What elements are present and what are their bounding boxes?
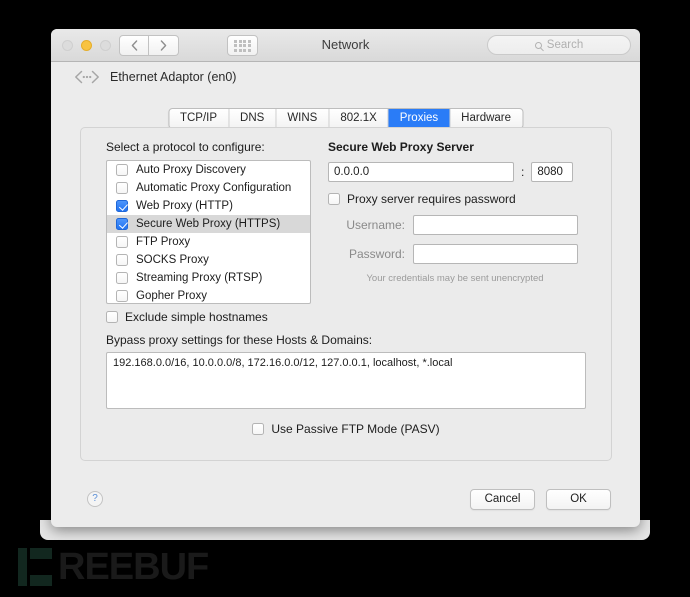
tab-proxies[interactable]: Proxies (388, 109, 451, 128)
username-row: Username: (328, 215, 590, 235)
protocol-checkbox[interactable] (116, 218, 128, 230)
exclude-simple-hostnames-checkbox[interactable] (106, 311, 118, 323)
protocol-checkbox[interactable] (116, 272, 128, 284)
host-port-separator: : (521, 165, 525, 179)
adapter-header: Ethernet Adaptor (en0) (51, 62, 640, 91)
list-item[interactable]: Automatic Proxy Configuration (107, 179, 310, 197)
list-item-label: Secure Web Proxy (HTTPS) (136, 218, 281, 230)
proxy-port-input[interactable]: 8080 (531, 162, 574, 182)
list-item-label: Auto Proxy Discovery (136, 164, 246, 176)
bypass-textarea[interactable]: 192.168.0.0/16, 10.0.0.0/8, 172.16.0.0/1… (106, 352, 586, 409)
credentials-warning: Your credentials may be sent unencrypted (366, 273, 544, 284)
list-item-label: Web Proxy (HTTP) (136, 200, 233, 212)
list-item-label: Gopher Proxy (136, 290, 207, 302)
password-row: Password: (328, 244, 590, 264)
tab-wins[interactable]: WINS (276, 109, 330, 128)
protocol-checkbox[interactable] (116, 236, 128, 248)
list-item[interactable]: Web Proxy (HTTP) (107, 197, 310, 215)
protocol-checkbox[interactable] (116, 200, 128, 212)
proxies-panel: Select a protocol to configure: Auto Pro… (80, 127, 612, 461)
proxy-server-row: 0.0.0.0 : 8080 (328, 162, 590, 182)
list-item[interactable]: Secure Web Proxy (HTTPS) (107, 215, 310, 233)
freebuf-wordmark: REEBUF (58, 546, 209, 588)
tab-tcpip[interactable]: TCP/IP (169, 109, 230, 128)
passive-ftp-label: Use Passive FTP Mode (PASV) (271, 422, 440, 436)
freebuf-logo-mark (18, 548, 52, 586)
list-item[interactable]: Gopher Proxy (107, 287, 310, 303)
list-item-label: SOCKS Proxy (136, 254, 209, 266)
requires-password-label: Proxy server requires password (347, 192, 516, 206)
exclude-simple-hostnames-label: Exclude simple hostnames (125, 310, 268, 324)
requires-password-checkbox[interactable] (328, 193, 340, 205)
passive-ftp-row[interactable]: Use Passive FTP Mode (PASV) (81, 422, 611, 436)
protocol-list[interactable]: Auto Proxy Discovery Automatic Proxy Con… (106, 160, 311, 304)
logo-stack (30, 548, 52, 586)
list-item-label: FTP Proxy (136, 236, 191, 248)
logo-bar (18, 548, 27, 586)
adapter-name: Ethernet Adaptor (en0) (110, 69, 237, 84)
password-input[interactable] (413, 244, 578, 264)
dialog-buttons: Cancel OK (470, 489, 611, 510)
protocol-checkbox[interactable] (116, 254, 128, 266)
help-button[interactable]: ? (87, 491, 103, 507)
search-placeholder: Search (546, 39, 584, 51)
protocol-checkbox[interactable] (116, 290, 128, 302)
list-item-label: Streaming Proxy (RTSP) (136, 272, 263, 284)
list-item[interactable]: FTP Proxy (107, 233, 310, 251)
tab-dns[interactable]: DNS (229, 109, 277, 128)
proxy-host-input[interactable]: 0.0.0.0 (328, 162, 514, 182)
protocol-checkbox[interactable] (116, 182, 128, 194)
search-input[interactable]: Search (487, 35, 631, 55)
bypass-label: Bypass proxy settings for these Hosts & … (106, 333, 373, 347)
password-label: Password: (348, 247, 405, 261)
requires-password-row[interactable]: Proxy server requires password (328, 192, 590, 206)
tab-8021x[interactable]: 802.1X (329, 109, 389, 128)
protocol-list-label: Select a protocol to configure: (106, 140, 265, 154)
freebuf-watermark: REEBUF (18, 546, 209, 588)
protocol-checkbox[interactable] (116, 164, 128, 176)
username-input[interactable] (413, 215, 578, 235)
proxy-server-title: Secure Web Proxy Server (328, 140, 474, 154)
list-item[interactable]: Auto Proxy Discovery (107, 161, 310, 179)
network-preferences-window: Network Search Ethernet Adaptor (en0) TC… (51, 29, 640, 527)
settings-tab-bar: TCP/IP DNS WINS 802.1X Proxies Hardware (167, 108, 524, 129)
username-label: Username: (346, 218, 405, 232)
proxy-server-section: Secure Web Proxy Server 0.0.0.0 : 8080 P… (328, 140, 590, 284)
list-item[interactable]: Streaming Proxy (RTSP) (107, 269, 310, 287)
search-icon (534, 41, 542, 49)
tab-hardware[interactable]: Hardware (450, 109, 522, 128)
ethernet-icon (75, 70, 99, 83)
passive-ftp-checkbox[interactable] (252, 423, 265, 435)
cancel-button[interactable]: Cancel (470, 489, 535, 510)
window-titlebar: Network Search (51, 29, 640, 62)
ok-button[interactable]: OK (546, 489, 611, 510)
list-item[interactable]: SOCKS Proxy (107, 251, 310, 269)
exclude-simple-hostnames-row[interactable]: Exclude simple hostnames (106, 310, 268, 324)
list-item-label: Automatic Proxy Configuration (136, 182, 292, 194)
